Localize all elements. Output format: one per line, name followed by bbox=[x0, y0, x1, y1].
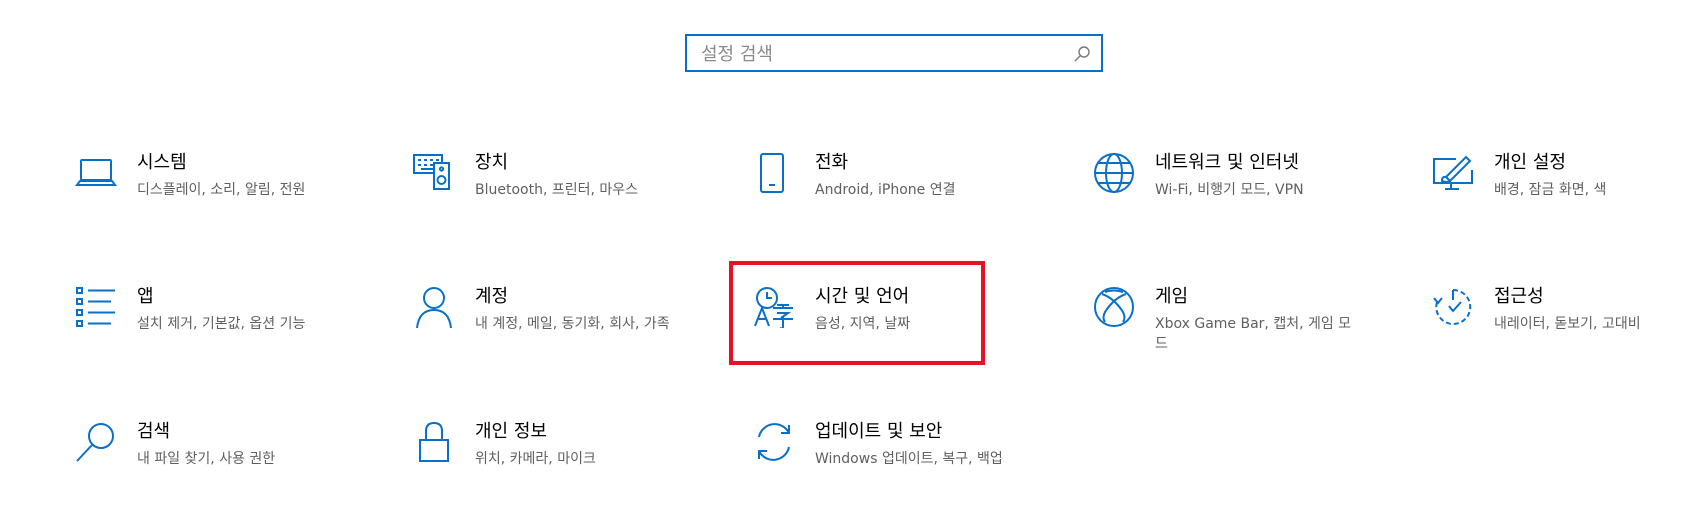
tile-title: 게임 bbox=[1155, 286, 1189, 307]
laptop-icon bbox=[75, 152, 117, 194]
tile-network[interactable]: 네트워크 및 인터넷 Wi-Fi, 비행기 모드, VPN bbox=[1093, 152, 1393, 242]
search-icon[interactable] bbox=[1073, 45, 1091, 63]
magnifier-icon bbox=[75, 421, 117, 463]
devices-icon bbox=[413, 152, 455, 194]
tile-personalization[interactable]: 개인 설정 배경, 잠금 화면, 색 bbox=[1432, 152, 1705, 242]
tile-description: Bluetooth, 프린터, 마우스 bbox=[475, 182, 639, 198]
tile-title: 접근성 bbox=[1494, 286, 1544, 307]
tile-accessibility[interactable]: 접근성 내레이터, 돋보기, 고대비 bbox=[1432, 286, 1705, 376]
selection-highlight-box bbox=[729, 261, 985, 365]
tile-description: 내 계정, 메일, 동기화, 회사, 가족 bbox=[475, 316, 670, 332]
tile-description: 디스플레이, 소리, 알림, 전원 bbox=[137, 182, 306, 198]
tile-description: Xbox Game Bar, 캡처, 게임 모드 bbox=[1155, 316, 1352, 352]
tile-title: 전화 bbox=[815, 152, 849, 173]
tile-accounts[interactable]: 계정 내 계정, 메일, 동기화, 회사, 가족 bbox=[413, 286, 713, 376]
phone-icon bbox=[753, 152, 795, 194]
tile-title: 계정 bbox=[475, 286, 509, 307]
sync-icon bbox=[753, 421, 795, 463]
tile-title: 개인 설정 bbox=[1494, 152, 1566, 173]
personalization-icon bbox=[1432, 152, 1474, 194]
globe-icon bbox=[1093, 152, 1135, 194]
tile-title: 개인 정보 bbox=[475, 421, 547, 442]
tile-description: 내레이터, 돋보기, 고대비 bbox=[1494, 316, 1641, 332]
tile-description: 내 파일 찾기, 사용 권한 bbox=[137, 451, 276, 467]
tile-description: 설치 제거, 기본값, 옵션 기능 bbox=[137, 316, 306, 332]
tile-search[interactable]: 검색 내 파일 찾기, 사용 권한 bbox=[75, 421, 375, 511]
tile-description: 배경, 잠금 화면, 색 bbox=[1494, 182, 1607, 198]
tile-gaming[interactable]: 게임 Xbox Game Bar, 캡처, 게임 모드 bbox=[1093, 286, 1393, 376]
tile-description: Android, iPhone 연결 bbox=[815, 182, 956, 198]
search-input[interactable] bbox=[701, 42, 1061, 66]
tile-phone[interactable]: 전화 Android, iPhone 연결 bbox=[753, 152, 1053, 242]
tile-system[interactable]: 시스템 디스플레이, 소리, 알림, 전원 bbox=[75, 152, 375, 242]
tile-update-security[interactable]: 업데이트 및 보안 Windows 업데이트, 복구, 백업 bbox=[753, 421, 1053, 511]
tile-privacy[interactable]: 개인 정보 위치, 카메라, 마이크 bbox=[413, 421, 713, 511]
person-icon bbox=[413, 286, 455, 328]
xbox-icon bbox=[1093, 286, 1135, 328]
tile-title: 앱 bbox=[137, 286, 154, 307]
apps-list-icon bbox=[75, 286, 117, 328]
lock-icon bbox=[413, 421, 455, 463]
tile-description: Windows 업데이트, 복구, 백업 bbox=[815, 451, 1003, 467]
tile-description: 위치, 카메라, 마이크 bbox=[475, 451, 596, 467]
accessibility-timer-icon bbox=[1432, 286, 1474, 328]
tile-title: 검색 bbox=[137, 421, 171, 442]
settings-search-box[interactable] bbox=[685, 34, 1103, 72]
tile-title: 시스템 bbox=[137, 152, 187, 173]
tile-apps[interactable]: 앱 설치 제거, 기본값, 옵션 기능 bbox=[75, 286, 375, 376]
tile-title: 네트워크 및 인터넷 bbox=[1155, 152, 1299, 173]
tile-description: Wi-Fi, 비행기 모드, VPN bbox=[1155, 182, 1304, 198]
tile-title: 업데이트 및 보안 bbox=[815, 421, 943, 442]
tile-devices[interactable]: 장치 Bluetooth, 프린터, 마우스 bbox=[413, 152, 713, 242]
tile-title: 장치 bbox=[475, 152, 509, 173]
